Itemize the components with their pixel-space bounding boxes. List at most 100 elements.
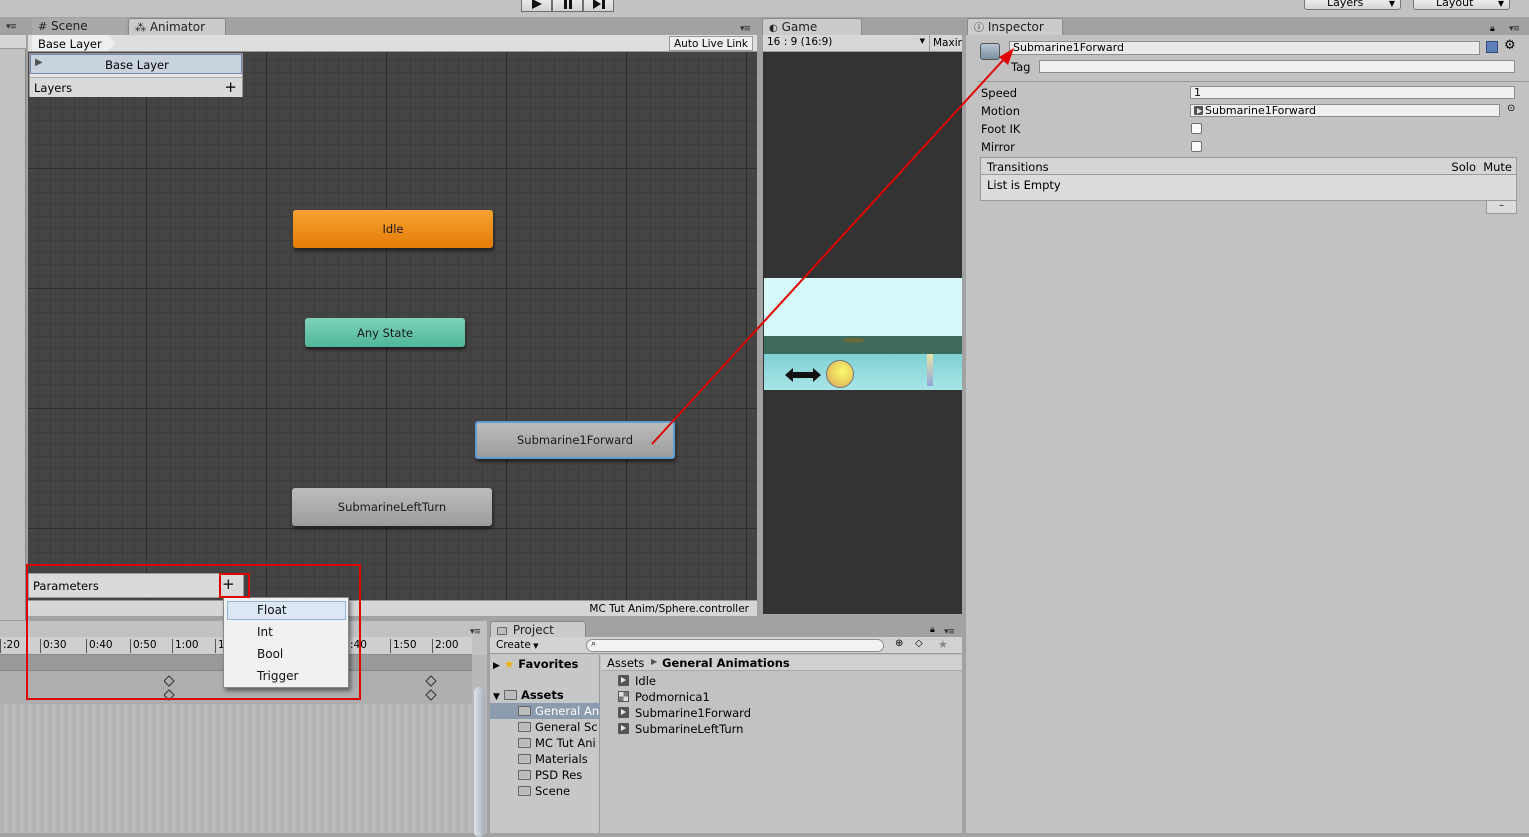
panel-menu-icon[interactable]: ▾≡	[6, 22, 17, 32]
scene-panel-header	[0, 35, 26, 49]
tab-animator[interactable]: ⁂ Animator	[128, 18, 226, 35]
foot-ik-label: Foot IK	[981, 122, 1021, 136]
mirror-checkbox[interactable]	[1191, 141, 1202, 152]
state-icon	[980, 43, 1000, 60]
folder-icon	[503, 690, 517, 700]
tab-game[interactable]: ◐ Game	[762, 18, 862, 35]
state-idle[interactable]: Idle	[293, 210, 493, 248]
create-dropdown[interactable]: Create ▼	[496, 639, 539, 652]
step-button[interactable]	[583, 0, 614, 12]
project-breadcrumb: Assets ▶ General Animations	[601, 655, 962, 671]
layout-dropdown[interactable]: Layout ▼	[1413, 0, 1510, 10]
panel-menu-icon[interactable]: ▾≡	[1509, 24, 1520, 34]
state-submarinelefturn-label: SubmarineLeftTurn	[337, 500, 447, 514]
object-picker-icon[interactable]: ⊙	[1507, 103, 1515, 114]
state-submarine1forward[interactable]: Submarine1Forward	[475, 421, 675, 459]
asset-item[interactable]: Podmornica1	[618, 689, 710, 705]
tag-field[interactable]	[1039, 60, 1515, 73]
folder-label: MC Tut Ani	[535, 736, 596, 750]
layers-panel: ▶ Base Layer Layers +	[29, 53, 243, 97]
timeline-tick: :20	[0, 639, 20, 653]
foot-ik-checkbox[interactable]	[1191, 123, 1202, 134]
folder-item[interactable]: PSD Res	[518, 767, 582, 783]
move-arrows-icon	[785, 368, 821, 382]
game-sky	[764, 278, 962, 336]
controller-path: MC Tut Anim/Sphere.controller	[589, 603, 749, 615]
play-button[interactable]	[521, 0, 552, 12]
folder-icon	[518, 754, 531, 764]
timeline-tick: 2:00	[432, 639, 459, 653]
transitions-list: List is Empty	[980, 175, 1517, 201]
asset-item[interactable]: Submarine1Forward	[618, 705, 751, 721]
tab-inspector[interactable]: ⓘ Inspector	[967, 18, 1063, 35]
create-label: Create	[496, 639, 531, 651]
folder-item[interactable]: MC Tut Ani	[518, 735, 596, 751]
timeline-scrollbar[interactable]	[472, 655, 487, 837]
pause-icon	[563, 0, 572, 9]
tab-scene[interactable]: # Scene	[32, 18, 126, 35]
play-icon	[531, 0, 542, 9]
remove-transition-button[interactable]: –	[1486, 201, 1517, 214]
breadcrumb-current[interactable]: General Animations	[662, 656, 790, 670]
game-view[interactable]	[763, 52, 962, 614]
breadcrumb-separator-icon: ▶	[651, 657, 658, 666]
speed-value: 1	[1194, 86, 1201, 99]
asset-item[interactable]: Idle	[618, 673, 656, 689]
folder-item[interactable]: General Sc	[518, 719, 598, 735]
list-empty-text: List is Empty	[987, 178, 1061, 192]
assets-item[interactable]: ▼ Assets	[493, 687, 564, 703]
animation-clip-icon	[618, 707, 629, 718]
tab-project[interactable]: Project	[490, 621, 586, 638]
folder-item[interactable]: General An	[490, 703, 600, 719]
aspect-dropdown[interactable]: 16 : 9 (16:9) ▼	[767, 36, 927, 50]
tag-icon[interactable]: ◇	[915, 638, 923, 649]
maximize-on-play-button[interactable]: Maxin	[929, 35, 962, 51]
lock-icon[interactable]: 🔒︎	[1490, 24, 1495, 34]
folder-icon	[518, 706, 531, 716]
tab-project-label: Project	[512, 623, 554, 637]
project-panel: Create ▼ ⌕ ⊕ ◇ ★ ▶ ★ Favorites ▼ Assets …	[490, 637, 962, 833]
maximize-label: Maxin	[933, 37, 962, 49]
filter-type-icon[interactable]: ⊕	[895, 638, 903, 649]
lock-icon[interactable]: 🔒︎	[930, 625, 935, 635]
gear-icon[interactable]: ⚙	[1504, 38, 1516, 53]
panel-menu-icon[interactable]: ▾≡	[470, 627, 481, 637]
state-name-field[interactable]: Submarine1Forward	[1009, 41, 1480, 55]
mute-label: Mute	[1483, 160, 1512, 174]
star-icon[interactable]: ★	[938, 638, 948, 651]
folder-item[interactable]: Scene	[518, 783, 570, 799]
search-input[interactable]: ⌕	[586, 639, 884, 652]
asset-item[interactable]: SubmarineLeftTurn	[618, 721, 743, 737]
auto-live-link-button[interactable]: Auto Live Link	[669, 36, 753, 51]
speed-field[interactable]: 1	[1190, 86, 1515, 99]
folder-label: Scene	[535, 784, 571, 798]
breadcrumb[interactable]: Base Layer	[32, 35, 116, 51]
scroll-thumb[interactable]	[474, 687, 485, 837]
add-layer-button[interactable]: +	[224, 78, 237, 96]
animator-header: Base Layer Auto Live Link	[28, 35, 757, 52]
auto-live-link-label: Auto Live Link	[674, 38, 748, 50]
folder-item[interactable]: Materials	[518, 751, 588, 767]
transitions-label: Transitions	[987, 160, 1049, 174]
help-book-icon[interactable]	[1486, 41, 1498, 53]
motion-field[interactable]: Submarine1Forward	[1190, 104, 1500, 117]
favorites-item[interactable]: ▶ ★ Favorites	[493, 656, 578, 672]
layer-item-base[interactable]: ▶ Base Layer	[30, 54, 242, 74]
panel-menu-icon[interactable]: ▾≡	[944, 627, 955, 637]
layers-dropdown-label: Layers	[1327, 0, 1364, 9]
asset-label: SubmarineLeftTurn	[635, 722, 744, 736]
folder-icon	[497, 627, 507, 635]
layout-dropdown-label: Layout	[1436, 0, 1474, 9]
tab-scene-label: Scene	[51, 19, 88, 33]
state-submarinelefturn[interactable]: SubmarineLeftTurn	[292, 488, 492, 526]
panel-menu-icon[interactable]: ▾≡	[740, 24, 751, 34]
pause-button[interactable]	[552, 0, 583, 12]
timeline-curves[interactable]	[0, 704, 472, 833]
breadcrumb-assets[interactable]: Assets	[607, 656, 644, 670]
layers-dropdown[interactable]: Layers ▼	[1304, 0, 1401, 10]
folder-label: General Sc	[535, 720, 598, 734]
game-toolbar: 16 : 9 (16:9) ▼ Maxin	[763, 35, 962, 52]
assets-label: Assets	[520, 688, 564, 702]
state-any-state[interactable]: Any State	[305, 318, 465, 347]
state-name-value: Submarine1Forward	[1013, 41, 1124, 54]
